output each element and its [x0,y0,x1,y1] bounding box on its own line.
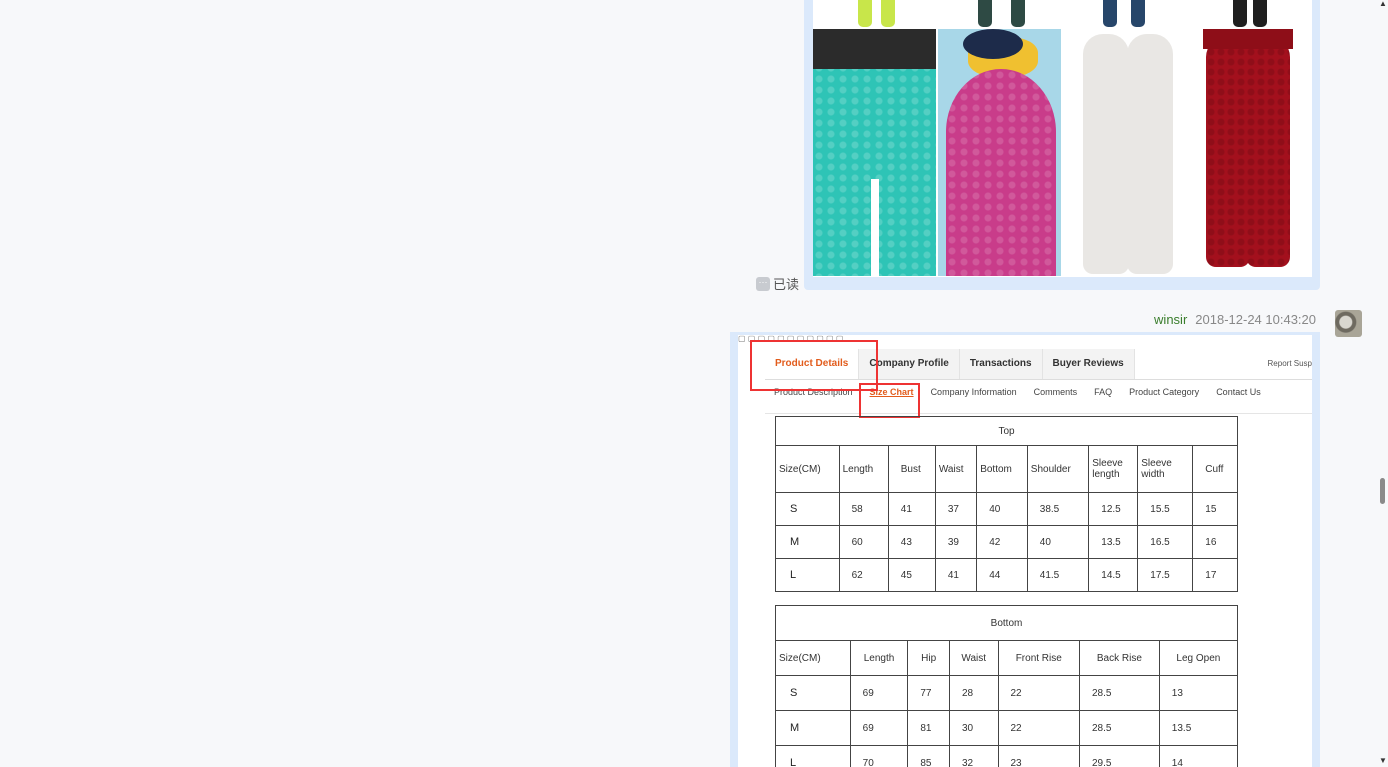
table-cell: 17 [1192,558,1238,592]
size-table-top: Top Size(CM) Length Bust Waist Bottom Sh… [775,416,1238,592]
table-cell: 81 [907,710,950,746]
column-header: Size(CM) [775,640,851,676]
subtab-divider [765,413,1312,414]
table-cell: 14 [1158,745,1239,767]
table-cell: 39 [934,525,978,559]
table-cell: 42 [976,525,1028,559]
read-status: ··· 已读 [756,274,799,293]
tab-transactions[interactable]: Transactions [959,349,1043,379]
table-title: Bottom [775,605,1238,641]
column-header: Front Rise [997,640,1080,676]
photo-panel-pink [938,29,1061,276]
table-cell: 69 [849,675,909,711]
table-cell: 16.5 [1137,525,1194,559]
table-cell: M [775,525,840,559]
table-cell: S [775,492,840,526]
table-cell: 15 [1192,492,1238,526]
subtab-comments[interactable]: Comments [1034,387,1078,397]
table-cell: 22 [997,710,1080,746]
table-cell: 77 [907,675,950,711]
size-table-bottom: Bottom Size(CM) Length Hip Waist Front R… [775,605,1239,767]
message-timestamp: 2018-12-24 10:43:20 [1195,312,1316,327]
table-cell: L [775,745,851,767]
product-page-screenshot[interactable]: ▢ ▢ ▢ ▢ ▢ ▢ ▢ ▢ ▢ ▢ ▢ Product Details Co… [738,335,1312,767]
column-header: Shoulder [1026,445,1090,493]
tab-buyer-reviews[interactable]: Buyer Reviews [1042,349,1135,379]
table-cell: L [775,558,840,592]
subtab-company-information[interactable]: Company Information [931,387,1017,397]
table-cell: 44 [976,558,1028,592]
read-label: 已读 [773,277,800,292]
table-cell: 60 [838,525,889,559]
table-cell: 41.5 [1026,558,1090,592]
avatar[interactable] [1335,310,1362,337]
table-cell: 38.5 [1026,492,1090,526]
column-header: Back Rise [1079,640,1160,676]
table-cell: 14.5 [1088,558,1139,592]
table-cell: 28 [948,675,999,711]
column-header: Bust [887,445,936,493]
table-cell: 45 [887,558,936,592]
table-cell: 29.5 [1079,745,1160,767]
table-cell: 12.5 [1088,492,1139,526]
subtab-faq[interactable]: FAQ [1094,387,1112,397]
column-header: Leg Open [1158,640,1239,676]
table-cell: 62 [838,558,889,592]
scrollbar-thumb[interactable] [1380,478,1385,504]
table-cell: 13 [1158,675,1239,711]
column-header: Sleeve width [1137,445,1194,493]
table-cell: 40 [976,492,1028,526]
scroll-up-icon[interactable]: ▲ [1379,0,1387,8]
column-header: Length [838,445,889,493]
table-cell: 69 [849,710,909,746]
subtab-product-category[interactable]: Product Category [1129,387,1199,397]
table-cell: 15.5 [1137,492,1194,526]
table-cell: 32 [948,745,999,767]
table-cell: 23 [997,745,1080,767]
table-cell: 40 [1026,525,1090,559]
column-header: Hip [907,640,950,676]
photo-panel-white [1063,29,1186,276]
table-cell: 58 [838,492,889,526]
message-header: winsir 2018-12-24 10:43:20 [1154,312,1316,327]
table-cell: 43 [887,525,936,559]
table-cell: 37 [934,492,978,526]
table-cell: 17.5 [1137,558,1194,592]
photo-top-strip [813,0,1312,27]
column-header: Sleeve length [1088,445,1139,493]
column-header: Size(CM) [775,445,840,493]
table-cell: 41 [887,492,936,526]
column-header: Waist [934,445,978,493]
leggings-photo[interactable] [813,0,1312,277]
table-cell: 13.5 [1158,710,1239,746]
table-cell: 41 [934,558,978,592]
table-cell: M [775,710,851,746]
sender-name[interactable]: winsir [1154,312,1187,327]
table-cell: 13.5 [1088,525,1139,559]
table-cell: 28.5 [1079,710,1160,746]
table-title: Top [775,416,1238,446]
table-cell: 85 [907,745,950,767]
table-cell: 70 [849,745,909,767]
scroll-down-icon[interactable]: ▼ [1379,757,1387,765]
table-cell: S [775,675,851,711]
column-header: Bottom [976,445,1028,493]
photo-panel-red [1188,29,1312,276]
column-header: Length [849,640,909,676]
table-cell: 30 [948,710,999,746]
more-icon[interactable]: ··· [756,276,770,291]
photo-panel-teal [813,29,936,276]
subtab-contact-us[interactable]: Contact Us [1216,387,1261,397]
column-header: Waist [948,640,999,676]
report-link[interactable]: Report Susp [1268,359,1312,368]
column-header: Cuff [1192,445,1238,493]
table-cell: 28.5 [1079,675,1160,711]
scrollbar[interactable]: ▲ ▼ [1378,0,1388,767]
table-cell: 16 [1192,525,1238,559]
highlight-box-size-chart [859,383,920,418]
table-cell: 22 [997,675,1080,711]
